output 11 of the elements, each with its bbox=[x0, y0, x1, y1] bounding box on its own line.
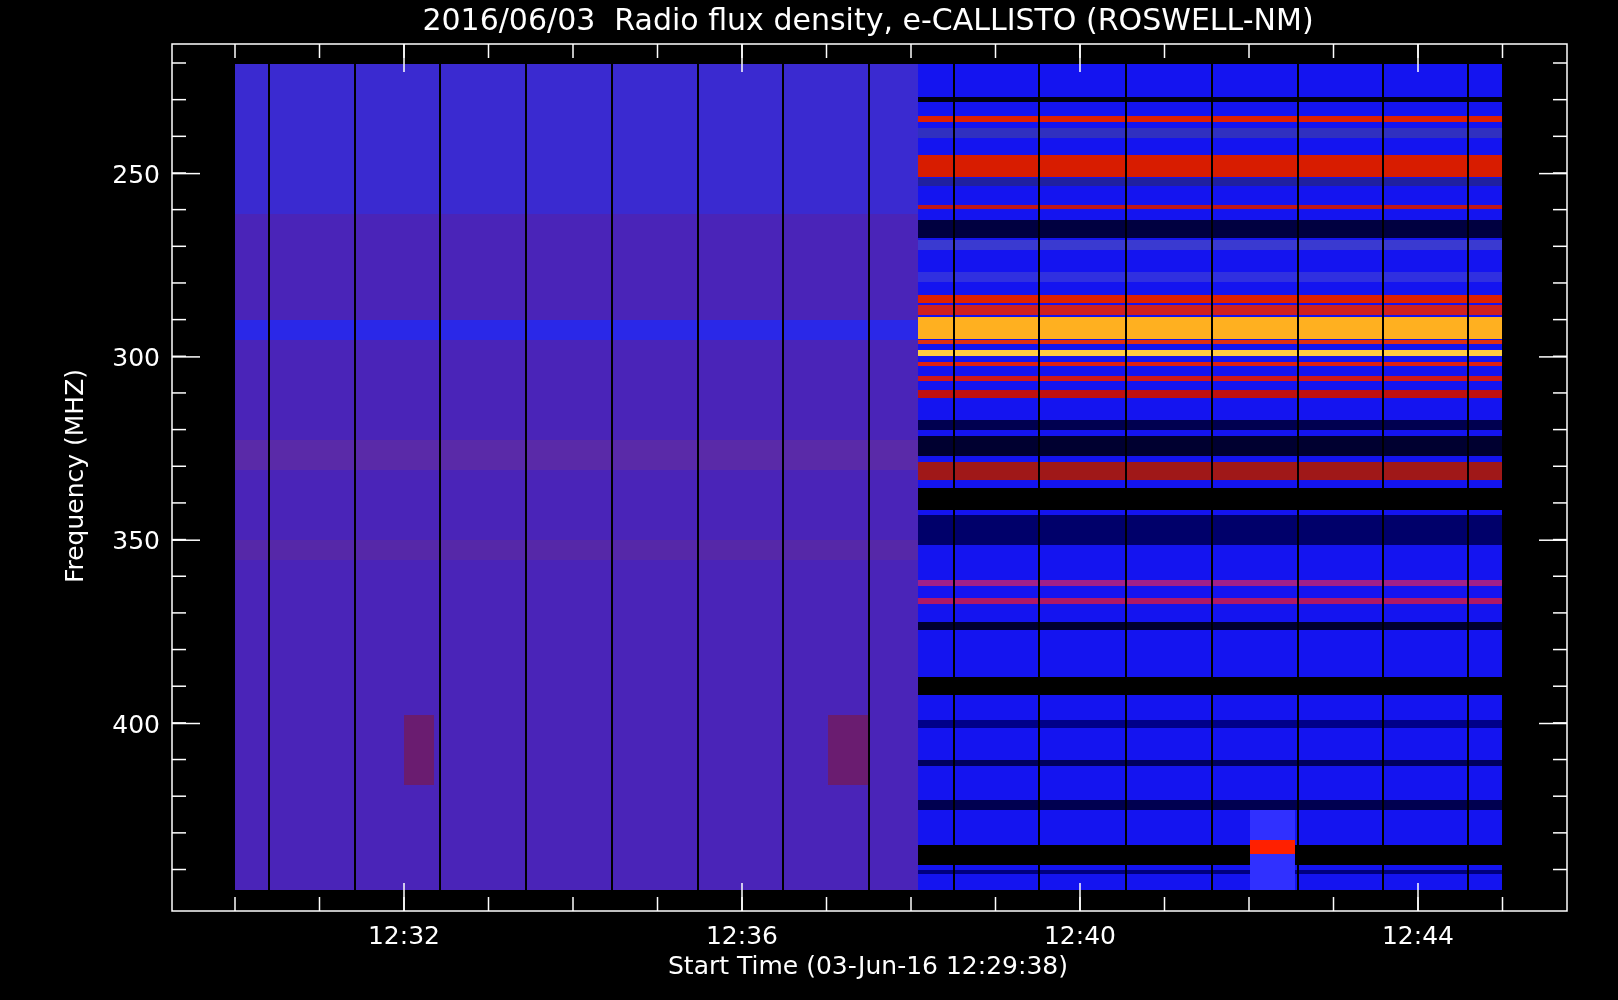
x-tick-label: 12:36 bbox=[706, 921, 778, 950]
y-tick-label: 300 bbox=[112, 342, 160, 372]
y-tick-label: 400 bbox=[112, 709, 160, 739]
x-tick-label: 12:44 bbox=[1382, 921, 1454, 950]
y-tick-label: 250 bbox=[112, 159, 160, 189]
x-axis-title: Start Time (03-Jun-16 12:29:38) bbox=[668, 951, 1068, 980]
x-tick-label: 12:32 bbox=[368, 921, 440, 950]
y-axis-title: Frequency (MHZ) bbox=[60, 368, 89, 584]
y-tick-label: 350 bbox=[112, 526, 160, 556]
chart-title: 2016/06/03 Radio flux density, e-CALLISTO (ROSWELL-NM) bbox=[422, 2, 1314, 37]
x-tick-label: 12:40 bbox=[1044, 921, 1116, 950]
